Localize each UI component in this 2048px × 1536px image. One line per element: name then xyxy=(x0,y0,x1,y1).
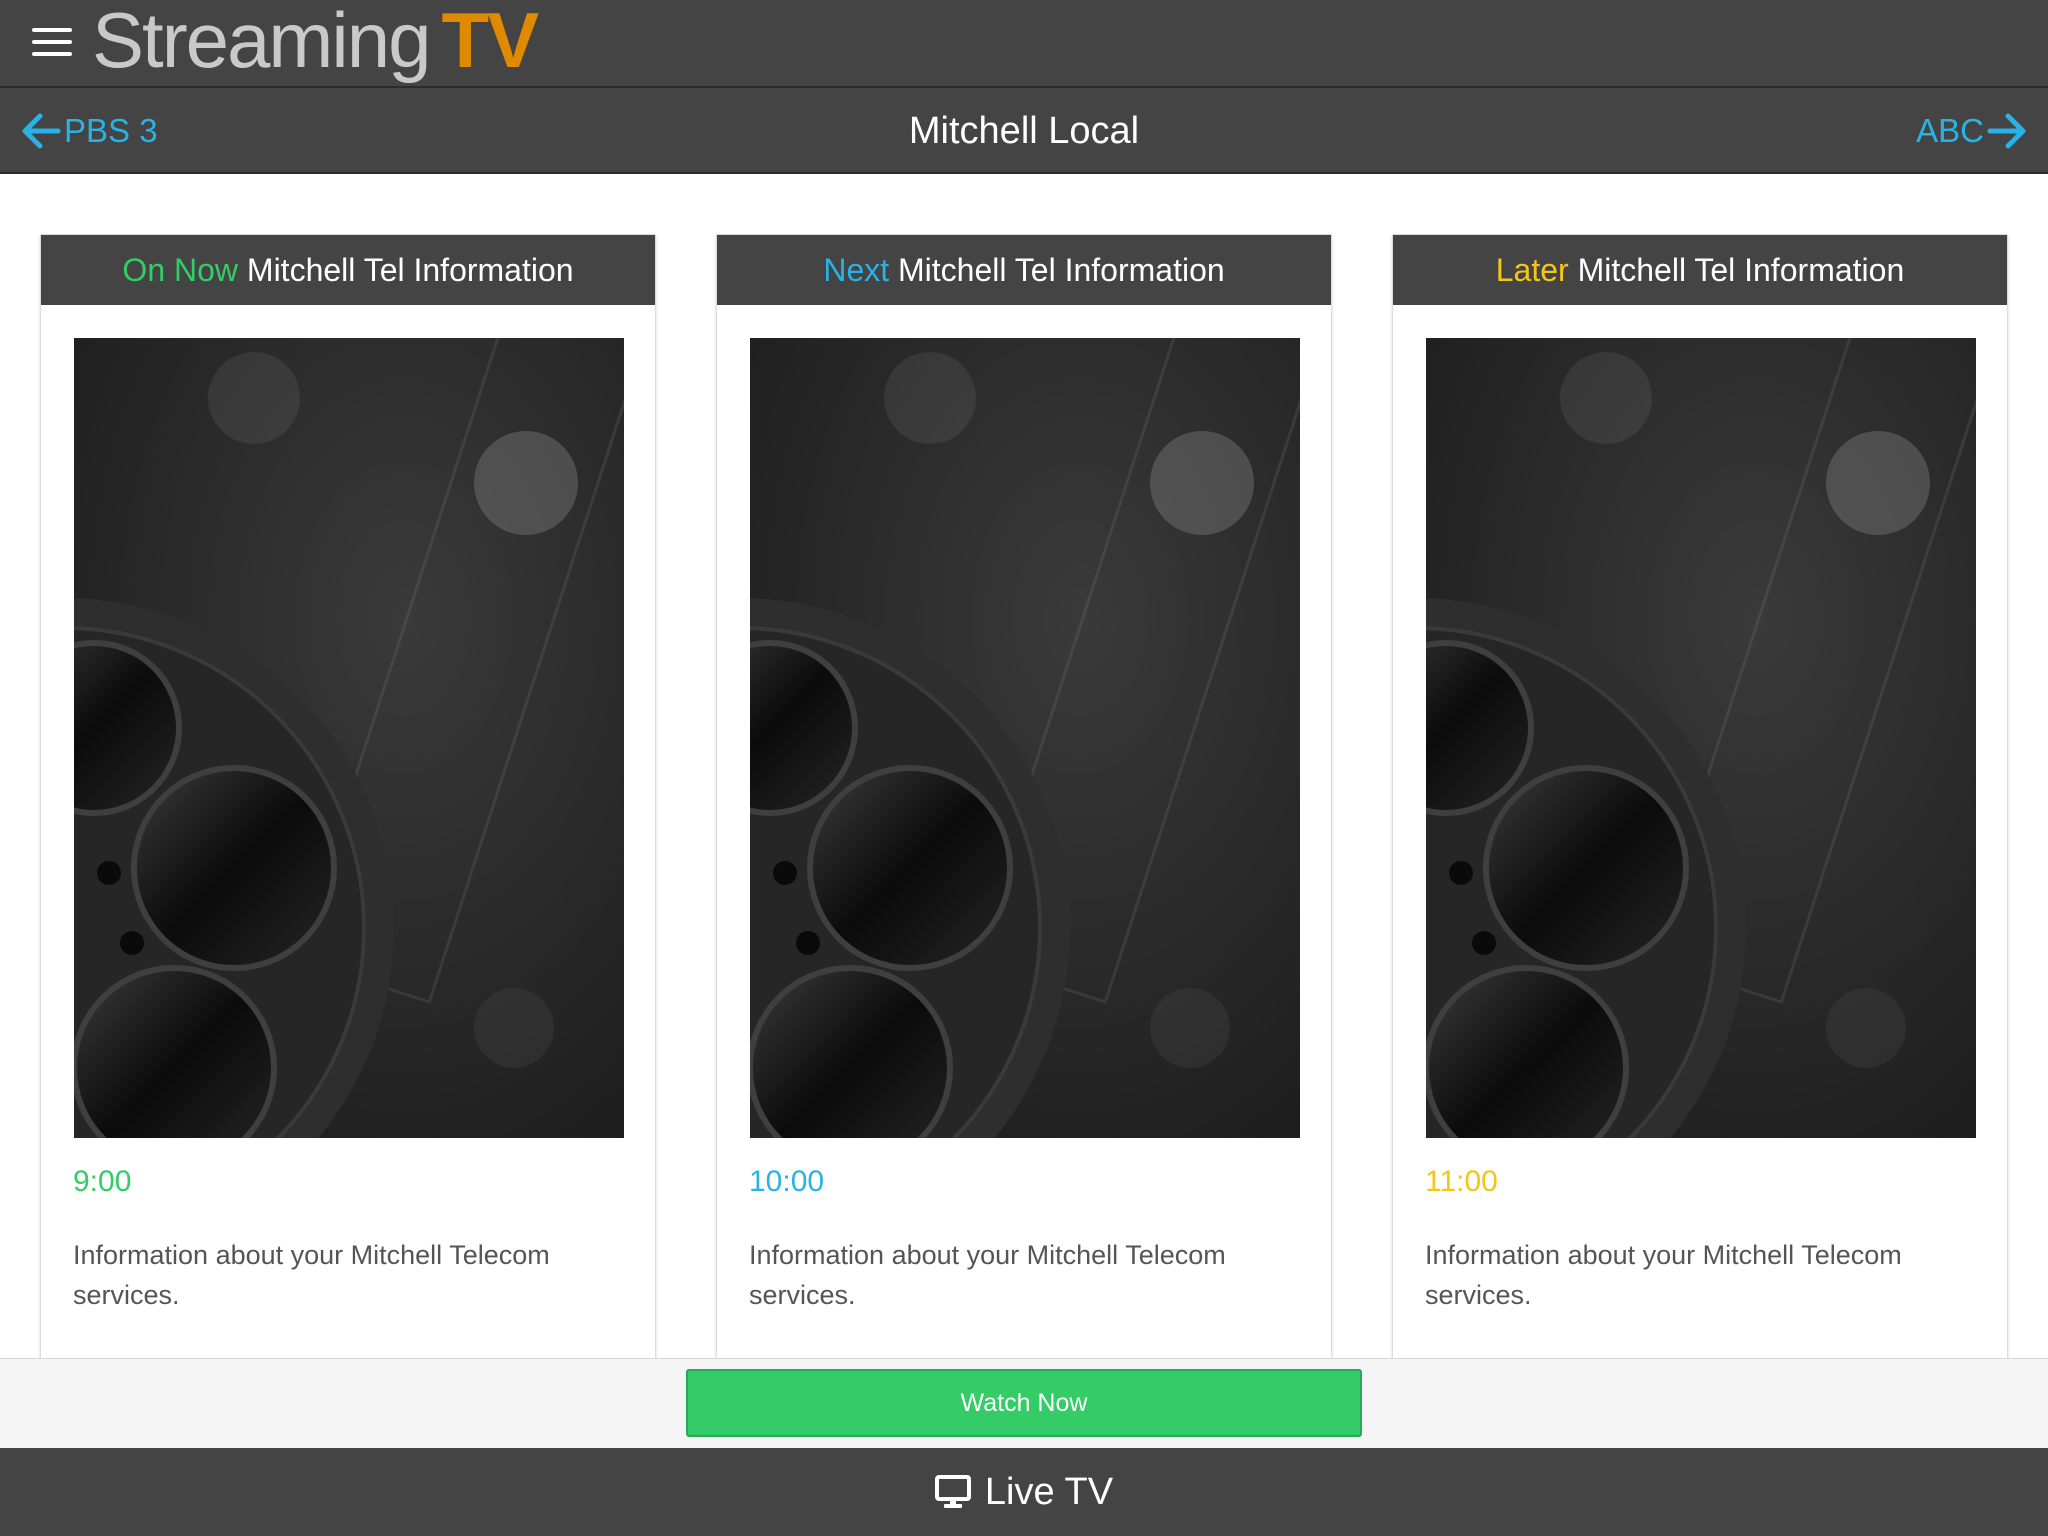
program-time: 9:00 xyxy=(73,1165,132,1198)
film-reel-image xyxy=(74,338,624,1138)
card-header: On Now Mitchell Tel Information xyxy=(41,235,655,305)
action-bar: Watch Now xyxy=(0,1358,2048,1448)
app-logo[interactable]: Streaming TV xyxy=(92,0,539,84)
program-description: Information about your Mitchell Telecom … xyxy=(73,1240,550,1310)
program-description: Information about your Mitchell Telecom … xyxy=(749,1240,1226,1310)
monitor-icon xyxy=(934,1475,971,1508)
film-reel-image xyxy=(750,338,1300,1138)
channel-title: Mitchell Local xyxy=(908,110,1140,152)
slot-label: Later xyxy=(1495,252,1569,288)
program-cards: On Now Mitchell Tel Information 9:00 Inf… xyxy=(0,174,2048,1358)
program-description: Information about your Mitchell Telecom … xyxy=(1425,1240,1902,1310)
next-channel-label: ABC xyxy=(1916,112,1984,149)
program-card-on-now[interactable]: On Now Mitchell Tel Information 9:00 Inf… xyxy=(40,234,656,1358)
next-channel-link[interactable]: ABC xyxy=(1916,88,2030,174)
film-reel-image xyxy=(1426,338,1976,1138)
card-header: Next Mitchell Tel Information xyxy=(717,235,1331,305)
program-title: Mitchell Tel Information xyxy=(246,252,574,288)
live-tv-tab[interactable]: Live TV xyxy=(0,1448,2048,1536)
program-card-next[interactable]: Next Mitchell Tel Information 10:00 Info… xyxy=(716,234,1332,1358)
slot-label: Next xyxy=(823,252,890,288)
program-thumbnail xyxy=(74,338,624,1138)
app-header: Streaming TV xyxy=(0,0,2048,88)
hamburger-menu-icon[interactable] xyxy=(28,24,76,64)
watch-now-button[interactable]: Watch Now xyxy=(686,1369,1362,1437)
live-tv-label: Live TV xyxy=(984,1470,1114,1513)
program-time: 10:00 xyxy=(749,1165,825,1198)
arrow-right-icon xyxy=(1987,113,2026,149)
card-header: Later Mitchell Tel Information xyxy=(1393,235,2007,305)
program-title: Mitchell Tel Information xyxy=(1577,252,1905,288)
program-time: 11:00 xyxy=(1425,1165,1498,1198)
slot-label: On Now xyxy=(122,252,239,288)
channel-navigation-bar: PBS 3 Mitchell Local ABC xyxy=(0,88,2048,174)
program-thumbnail xyxy=(1426,338,1976,1138)
program-card-later[interactable]: Later Mitchell Tel Information 11:00 Inf… xyxy=(1392,234,2008,1358)
program-thumbnail xyxy=(750,338,1300,1138)
program-title: Mitchell Tel Information xyxy=(898,252,1225,288)
